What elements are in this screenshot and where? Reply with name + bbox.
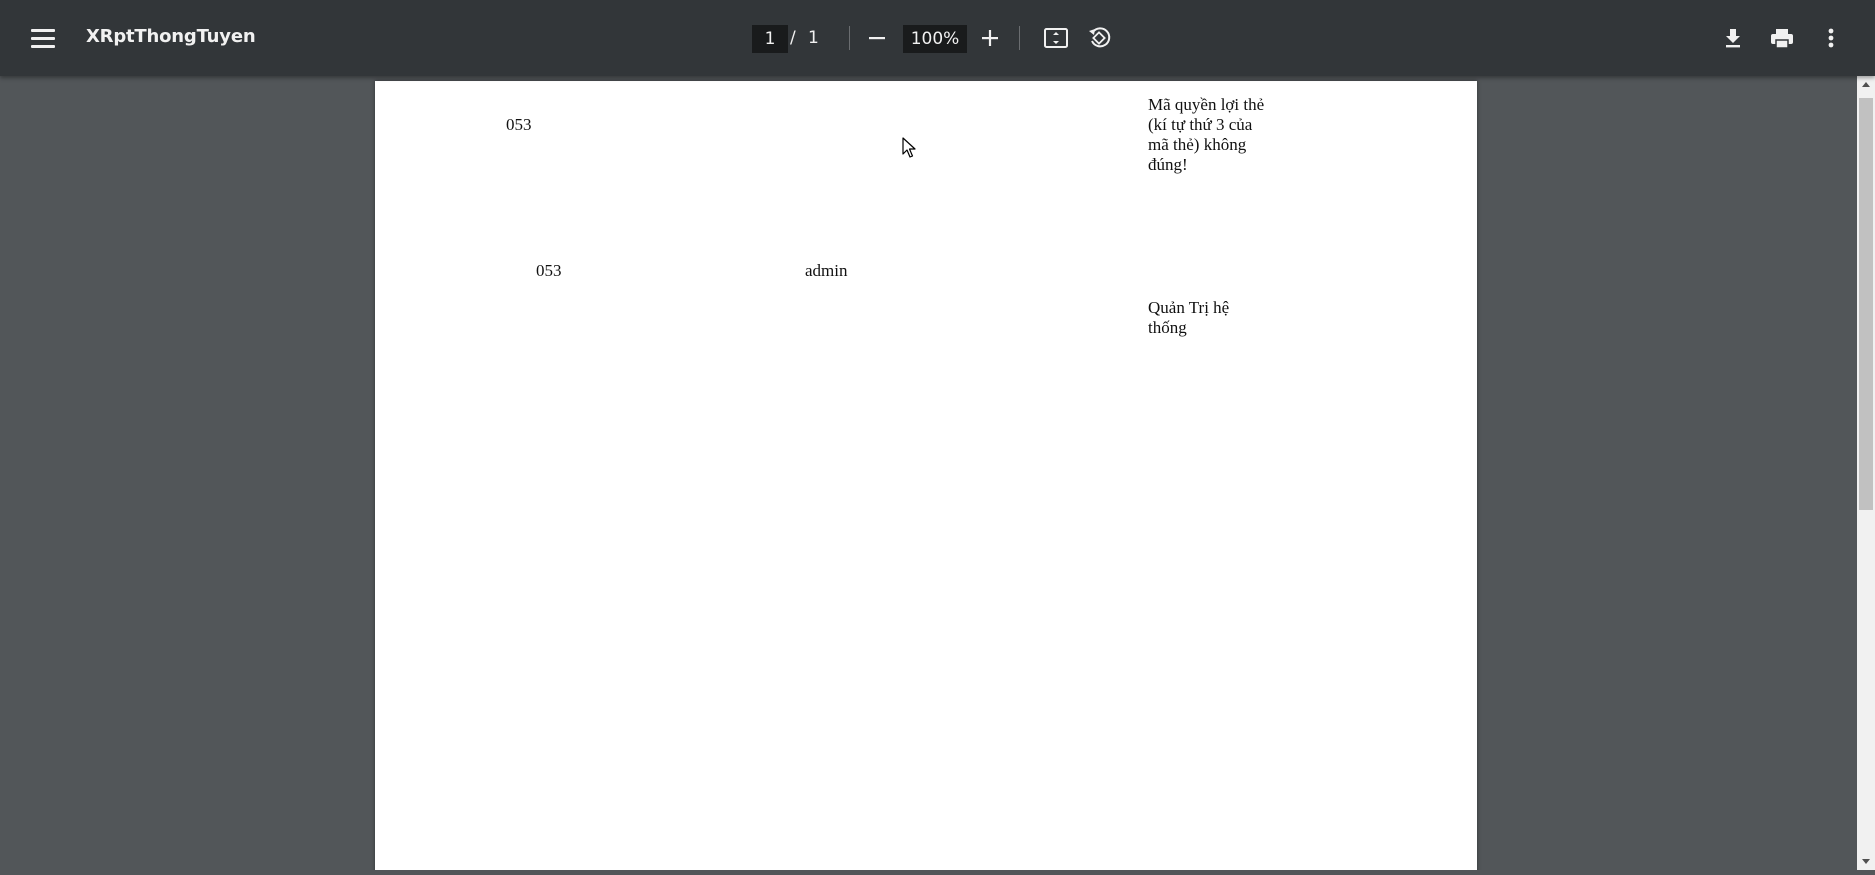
row1-message-line: đúng!: [1148, 155, 1188, 174]
row2-role-line: Quản Trị hệ: [1148, 298, 1230, 317]
download-icon[interactable]: [1717, 22, 1749, 54]
mouse-cursor-icon: [902, 137, 918, 159]
pdf-page: 053 Mã quyền lợi thẻ (kí tự thứ 3 của mã…: [375, 81, 1477, 870]
row2-code: 053: [536, 261, 562, 280]
row1-message-line: (kí tự thứ 3 của: [1148, 115, 1253, 134]
toolbar-divider: [849, 26, 850, 50]
scroll-down-arrow-icon[interactable]: [1857, 852, 1875, 870]
row2-role-line: thống: [1148, 318, 1187, 337]
more-vert-icon[interactable]: [1815, 22, 1847, 54]
scrollbar-thumb[interactable]: [1859, 98, 1873, 510]
pdf-toolbar: XRptThongTuyen / 1: [0, 0, 1875, 76]
rotate-icon[interactable]: [1083, 22, 1115, 54]
pdf-viewer[interactable]: 053 Mã quyền lợi thẻ (kí tự thứ 3 của mã…: [0, 76, 1857, 870]
toolbar-divider: [1019, 26, 1020, 50]
row1-message: Mã quyền lợi thẻ (kí tự thứ 3 của mã thẻ…: [1148, 95, 1298, 175]
row1-message-line: Mã quyền lợi thẻ: [1148, 95, 1265, 114]
menu-icon[interactable]: [26, 22, 60, 54]
page-total: 1: [808, 28, 819, 48]
print-icon[interactable]: [1766, 22, 1798, 54]
scroll-up-arrow-icon[interactable]: [1857, 76, 1875, 94]
page-number-input[interactable]: [752, 25, 788, 53]
row2-role: Quản Trị hệ thống: [1148, 298, 1298, 338]
vertical-scrollbar[interactable]: [1857, 76, 1875, 870]
zoom-level-input[interactable]: [903, 25, 967, 53]
row1-code: 053: [506, 115, 532, 134]
minus-icon[interactable]: [861, 22, 893, 54]
page-separator: /: [790, 28, 796, 48]
document-title: XRptThongTuyen: [86, 26, 256, 47]
row2-user: admin: [805, 261, 848, 280]
fit-page-icon[interactable]: [1040, 22, 1072, 54]
row1-message-line: mã thẻ) không: [1148, 135, 1247, 154]
plus-icon[interactable]: [974, 22, 1006, 54]
